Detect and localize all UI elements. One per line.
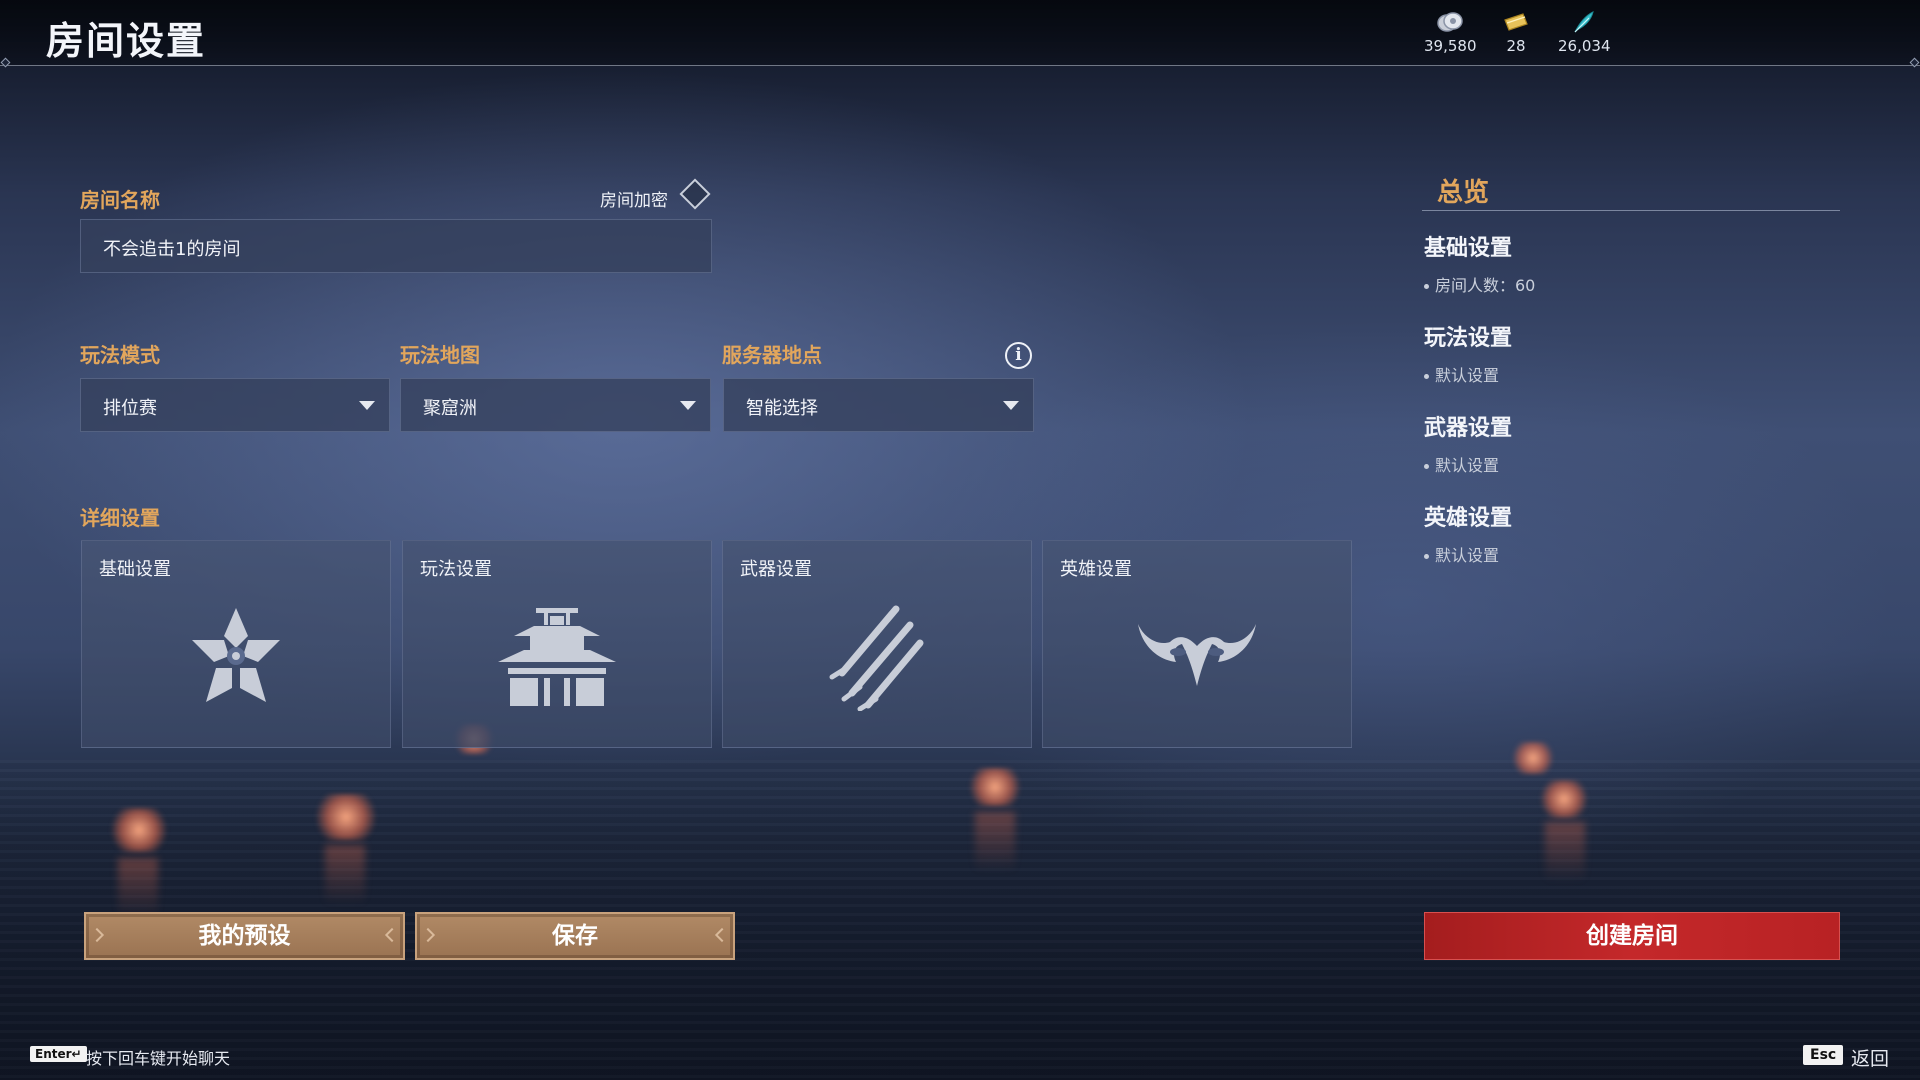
bullet-icon bbox=[1424, 464, 1429, 469]
gameplay-settings-card[interactable]: 玩法设置 bbox=[402, 540, 712, 748]
basic-settings-card[interactable]: 基础设置 bbox=[81, 540, 391, 748]
feather-icon bbox=[1571, 10, 1597, 34]
card-title: 英雄设置 bbox=[1060, 559, 1132, 580]
swords-icon bbox=[723, 601, 1031, 711]
coin-count: 39,580 bbox=[1424, 37, 1477, 55]
flower-icon bbox=[82, 601, 390, 711]
my-presets-button[interactable]: 我的预设 bbox=[84, 912, 405, 960]
temple-icon bbox=[403, 601, 711, 711]
currency-tickets: 28 bbox=[1503, 10, 1529, 55]
bullet-icon bbox=[1424, 284, 1429, 289]
overview-item: 房间人数：60 bbox=[1424, 272, 1535, 296]
card-title: 玩法设置 bbox=[420, 559, 492, 580]
map-label: 玩法地图 bbox=[400, 343, 480, 367]
ticket-count: 28 bbox=[1506, 37, 1526, 55]
overview-section-title: 玩法设置 bbox=[1424, 326, 1513, 351]
divider-ornament bbox=[0, 57, 11, 68]
mask-icon bbox=[1043, 601, 1351, 711]
overview-divider bbox=[1422, 210, 1840, 211]
chat-hint: 按下回车键开始聊天 bbox=[86, 1049, 231, 1068]
lantern-reflection bbox=[1545, 822, 1585, 882]
card-title: 基础设置 bbox=[99, 559, 171, 580]
mode-dropdown[interactable]: 排位赛 bbox=[80, 378, 390, 432]
room-encrypt-label: 房间加密 bbox=[600, 191, 668, 211]
top-bar: 房间设置 39,580 28 26,034 bbox=[0, 0, 1920, 68]
esc-key[interactable]: Esc bbox=[1803, 1045, 1844, 1065]
overview-item: 默认设置 bbox=[1424, 362, 1499, 386]
chevron-left-icon bbox=[89, 927, 105, 943]
chevron-down-icon bbox=[1003, 401, 1019, 410]
lantern-decoration bbox=[1538, 780, 1590, 818]
room-name-value: 不会追击1的房间 bbox=[103, 239, 241, 260]
lantern-reflection bbox=[325, 845, 365, 905]
lantern-decoration bbox=[312, 794, 380, 840]
enter-key-hint: Enter↵ bbox=[30, 1046, 87, 1062]
lantern-reflection bbox=[118, 858, 158, 918]
currency-coins: 39,580 bbox=[1424, 10, 1477, 55]
server-label: 服务器地点 bbox=[722, 343, 822, 367]
overview-section-title: 武器设置 bbox=[1424, 416, 1513, 441]
card-title: 武器设置 bbox=[740, 559, 812, 580]
overview-item: 默认设置 bbox=[1424, 542, 1499, 566]
chevron-right-icon bbox=[384, 927, 400, 943]
room-encrypt-toggle[interactable] bbox=[679, 178, 711, 210]
lantern-reflection bbox=[975, 812, 1015, 872]
hero-settings-card[interactable]: 英雄设置 bbox=[1042, 540, 1352, 748]
feather-count: 26,034 bbox=[1558, 37, 1611, 55]
mode-label: 玩法模式 bbox=[80, 343, 160, 367]
map-value: 聚窟洲 bbox=[423, 398, 477, 419]
lantern-decoration bbox=[108, 808, 170, 852]
room-name-input[interactable]: 不会追击1的房间 bbox=[80, 219, 712, 273]
currency-feathers: 26,034 bbox=[1558, 10, 1611, 55]
chevron-right-icon bbox=[714, 927, 730, 943]
divider-ornament bbox=[1909, 57, 1920, 68]
bullet-icon bbox=[1424, 374, 1429, 379]
overview-section-title: 基础设置 bbox=[1424, 236, 1513, 261]
chevron-down-icon bbox=[680, 401, 696, 410]
info-icon[interactable]: i bbox=[1005, 342, 1032, 369]
save-button[interactable]: 保存 bbox=[415, 912, 735, 960]
overview-item: 默认设置 bbox=[1424, 452, 1499, 476]
create-room-button[interactable]: 创建房间 bbox=[1424, 912, 1840, 960]
bullet-icon bbox=[1424, 554, 1429, 559]
chevron-down-icon bbox=[359, 401, 375, 410]
lantern-decoration bbox=[966, 768, 1024, 806]
overview-section-title: 英雄设置 bbox=[1424, 506, 1513, 531]
lantern-decoration bbox=[1510, 742, 1556, 774]
mode-value: 排位赛 bbox=[103, 398, 157, 419]
ticket-icon bbox=[1503, 10, 1529, 34]
details-label: 详细设置 bbox=[80, 506, 160, 530]
room-name-label: 房间名称 bbox=[80, 188, 160, 212]
chevron-left-icon bbox=[420, 927, 436, 943]
overview-title: 总览 bbox=[1437, 178, 1490, 208]
back-button[interactable]: 返回 bbox=[1851, 1044, 1889, 1071]
map-dropdown[interactable]: 聚窟洲 bbox=[400, 378, 711, 432]
server-value: 智能选择 bbox=[746, 398, 818, 419]
page-title: 房间设置 bbox=[46, 19, 207, 63]
coin-icon bbox=[1436, 10, 1464, 34]
server-dropdown[interactable]: 智能选择 bbox=[723, 378, 1034, 432]
weapon-settings-card[interactable]: 武器设置 bbox=[722, 540, 1032, 748]
